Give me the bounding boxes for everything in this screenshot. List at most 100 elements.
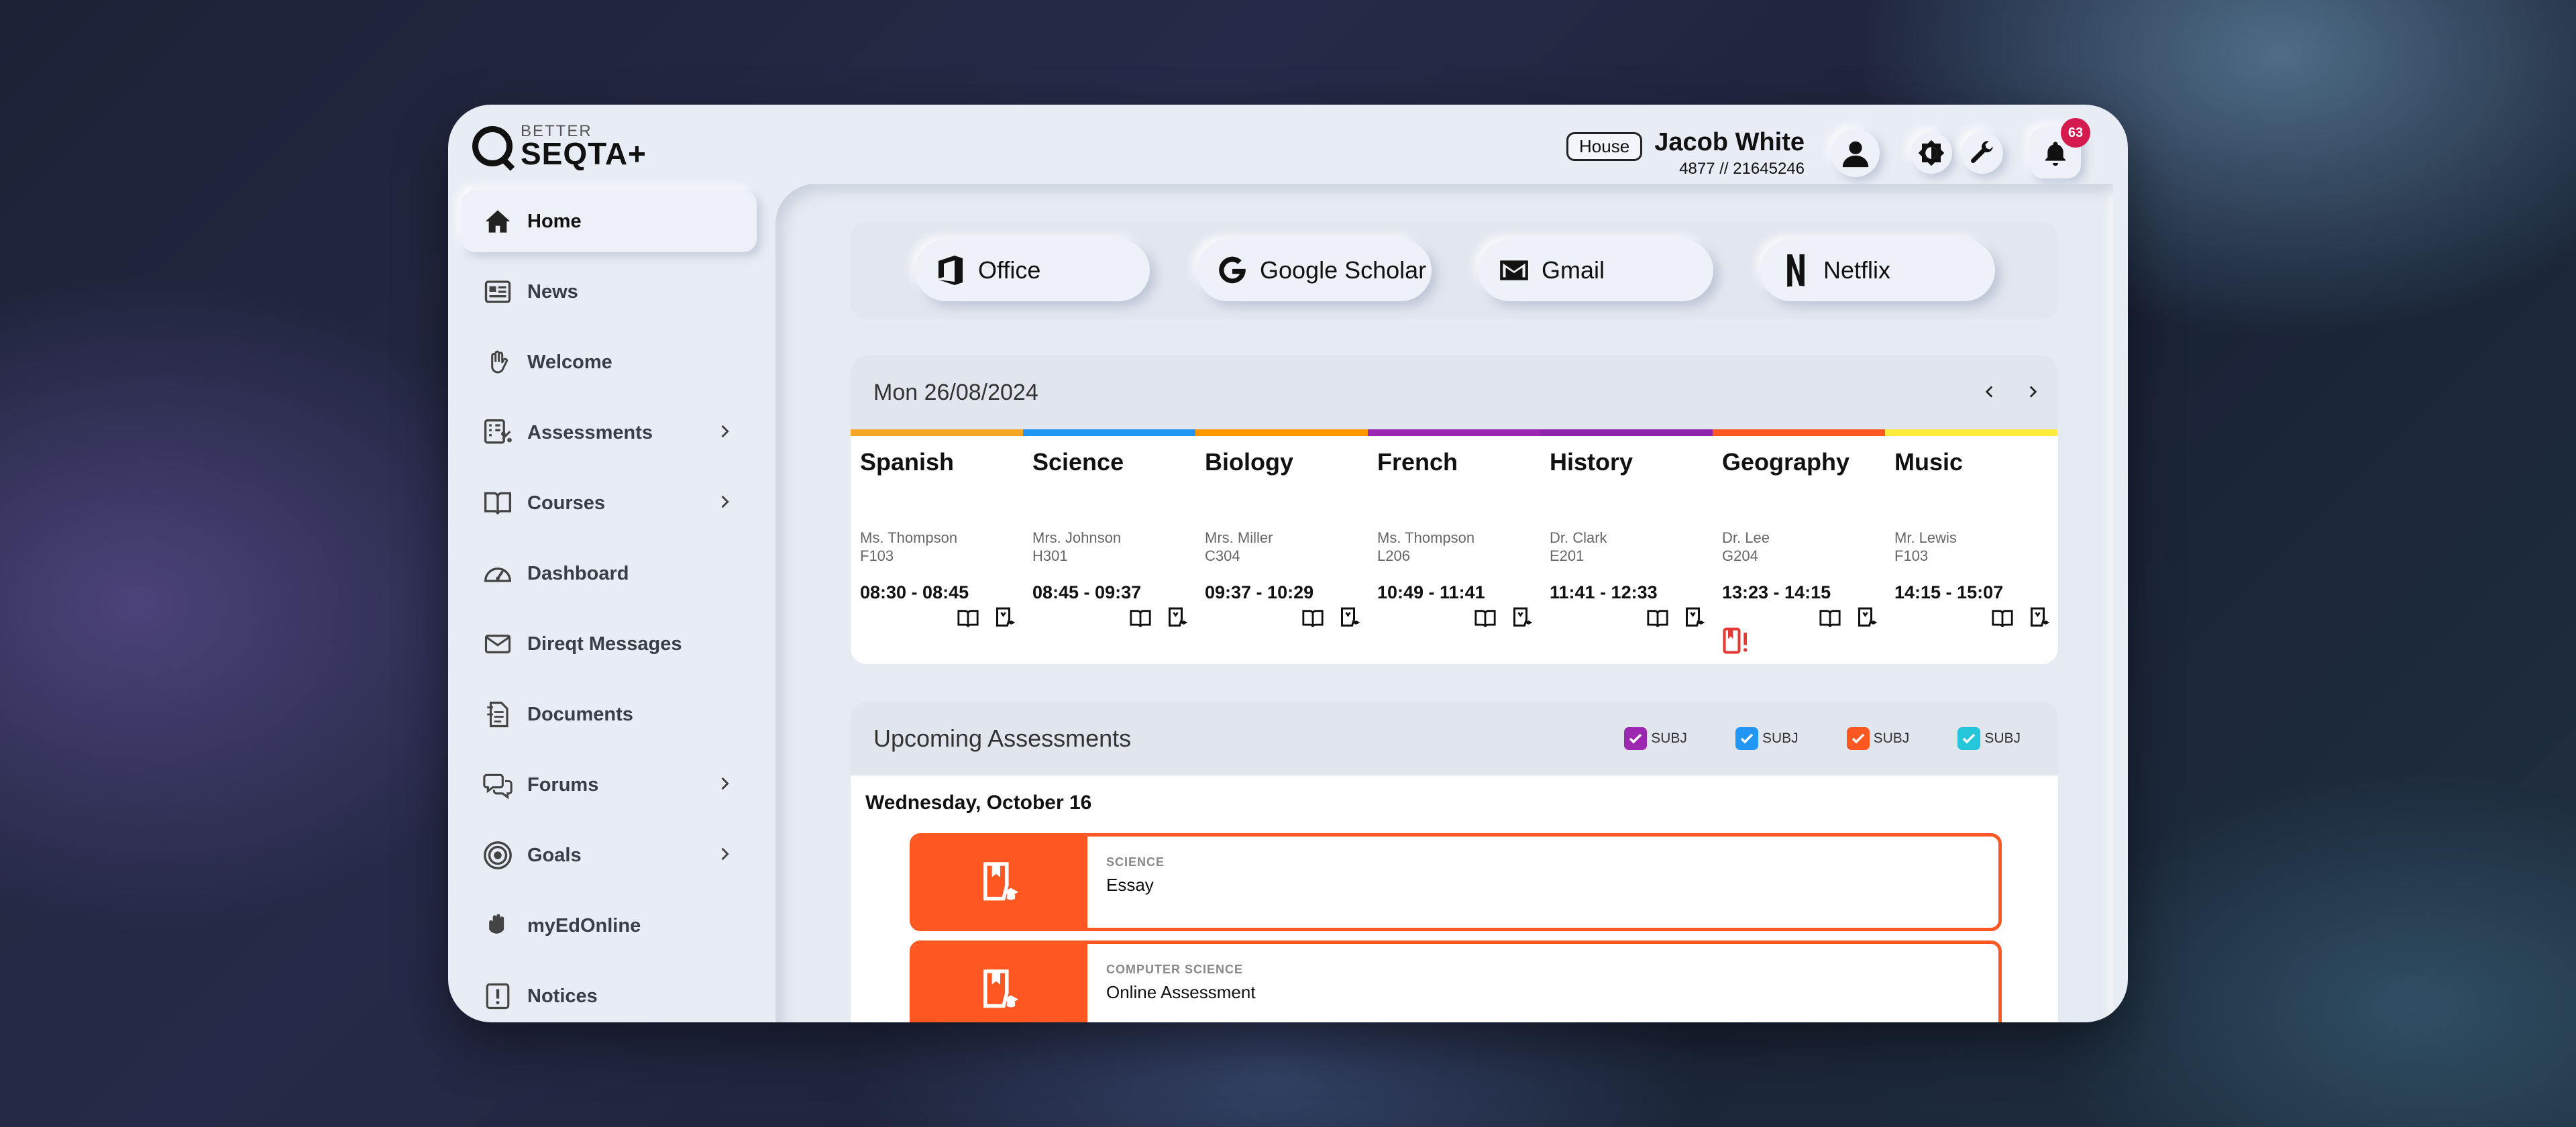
sidebar: Home News Welcome Assessments Courses Da… [462,191,757,1022]
assessment-book-icon[interactable] [1337,605,1361,632]
sidebar-item-label: News [527,280,578,303]
assessment-book-icon[interactable] [992,605,1016,632]
prev-day-button[interactable] [1976,378,2003,405]
sidebar-item-assessments[interactable]: Assessments [462,402,757,464]
lesson-subject: French [1377,448,1458,476]
lesson-card[interactable]: Music Mr. Lewis F103 14:15 - 15:07 [1885,429,2057,664]
assessment-title: Essay [1106,875,1154,895]
assessment-book-icon[interactable] [1509,605,1534,632]
shortcut-office[interactable]: Office [915,239,1150,301]
assessment-book-icon[interactable] [2027,605,2051,632]
book-open-icon[interactable] [1473,605,1497,632]
lesson-card[interactable]: Biology Mrs. Miller C304 09:37 - 10:29 [1195,429,1368,664]
subject-filter[interactable]: SUBJ [1957,727,2021,750]
lesson-subject: Biology [1205,448,1293,476]
lesson-time: 14:15 - 15:07 [1894,582,2004,602]
chevron-left-icon [1985,386,1993,398]
logo-seqta-text: SEQTA+ [521,136,647,171]
sidebar-item-news[interactable]: News [462,261,757,323]
sidebar-item-direqt-messages[interactable]: Direqt Messages [462,613,757,675]
assessment-subject: COMPUTER SCIENCE [1106,963,1244,976]
lesson-card[interactable]: Science Mrs. Johnson H301 08:45 - 09:37 [1023,429,1195,664]
sidebar-item-welcome[interactable]: Welcome [462,331,757,393]
sidebar-item-label: myEdOnline [527,914,641,936]
sidebar-item-label: Home [527,210,582,232]
shortcut-gmail[interactable]: Gmail [1479,239,1713,301]
sidebar-item-home[interactable]: Home [462,191,757,252]
settings-button[interactable] [1962,132,2003,174]
lesson-card[interactable]: History Dr. Clark E201 11:41 - 12:33 [1540,429,1713,664]
lesson-card[interactable]: French Ms. Thompson L206 10:49 - 11:41 [1368,429,1540,664]
next-day-button[interactable] [2019,378,2046,405]
lesson-color-bar [1540,429,1713,436]
lesson-subject: Music [1894,448,1964,476]
timetable-panel: Mon 26/08/2024 Spanish Ms. Thompson F103… [851,356,2058,664]
book-open-icon [482,487,514,519]
sidebar-item-dashboard[interactable]: Dashboard [462,543,757,604]
lesson-room: F103 [1894,547,1929,564]
assessment-subject: SCIENCE [1106,855,1165,869]
sidebar-item-label: Welcome [527,351,612,373]
shortcut-netflix[interactable]: Netflix [1760,239,1995,301]
assessments-header: Upcoming Assessments SUBJ SUBJ SUBJ SUBJ [851,702,2058,775]
chevron-right-icon [715,774,734,796]
lesson-color-bar [1023,429,1195,436]
house-badge: House [1566,131,1643,161]
subject-filter[interactable]: SUBJ [1846,727,1910,750]
sidebar-item-label: Dashboard [527,562,629,584]
mail-icon [482,628,514,660]
assessment-book-icon[interactable] [1165,605,1189,632]
book-open-icon[interactable] [1646,605,1670,632]
lesson-subject: Science [1032,448,1124,476]
checkbox-checked-icon [1957,727,1981,750]
lesson-subject: Spanish [860,448,955,476]
lesson-time: 11:41 - 12:33 [1550,582,1658,602]
checkbox-checked-icon [1846,727,1870,750]
chevron-right-icon [715,422,734,444]
theme-toggle-button[interactable] [1911,132,1952,174]
subject-filters: SUBJ SUBJ SUBJ SUBJ [1576,727,2021,750]
lesson-card[interactable]: Geography Dr. Lee G204 13:23 - 14:15 [1713,429,1885,664]
lesson-teacher: Ms. Thompson [860,529,958,546]
book-open-icon[interactable] [1990,605,2015,632]
lesson-card[interactable]: Spanish Ms. Thompson F103 08:30 - 08:45 [851,429,1023,664]
assessment-card[interactable]: SCIENCE Essay [910,833,2002,931]
assessment-card-color [913,944,1087,1022]
app-logo[interactable]: BETTER SEQTA+ [472,119,647,173]
book-open-icon[interactable] [956,605,980,632]
sidebar-item-courses[interactable]: Courses [462,472,757,534]
lesson-time: 10:49 - 11:41 [1377,582,1485,602]
lesson-room: H301 [1032,547,1068,564]
gauge-icon [482,557,514,590]
shortcut-google-scholar[interactable]: Google Scholar [1197,239,1432,301]
subject-filter[interactable]: SUBJ [1624,727,1687,750]
sidebar-item-goals[interactable]: Goals [462,824,757,886]
profile-button[interactable] [1831,129,1880,177]
timetable-date: Mon 26/08/2024 [873,379,1038,405]
lesson-time: 09:37 - 10:29 [1205,582,1314,602]
lesson-subject: Geography [1722,448,1850,476]
sidebar-item-myedonline[interactable]: myEdOnline [462,895,757,957]
sidebar-item-notices[interactable]: Notices [462,965,757,1022]
subject-filter[interactable]: SUBJ [1735,727,1799,750]
sidebar-item-documents[interactable]: Documents [462,684,757,745]
assessment-book-icon[interactable] [1854,605,1878,632]
book-open-icon[interactable] [1818,605,1842,632]
subject-filter-label: SUBJ [1873,731,1910,746]
assessment-due-alert-icon[interactable] [1721,627,1750,659]
assessment-book-icon [983,862,1019,901]
assessment-book-icon[interactable] [1682,605,1706,632]
notifications-button[interactable]: 63 [2030,118,2090,178]
subject-filter-label: SUBJ [1651,731,1687,746]
book-open-icon[interactable] [1128,605,1152,632]
lesson-room: G204 [1722,547,1758,564]
lesson-teacher: Ms. Thompson [1377,529,1475,546]
lesson-teacher: Dr. Clark [1550,529,1607,546]
book-open-icon[interactable] [1301,605,1325,632]
lesson-teacher: Mrs. Johnson [1032,529,1122,546]
sidebar-item-forums[interactable]: Forums [462,754,757,816]
assessment-card[interactable]: COMPUTER SCIENCE Online Assessment [910,941,2002,1022]
sidebar-item-label: Documents [527,703,633,725]
hand-icon [482,910,514,942]
lesson-room: L206 [1377,547,1410,564]
